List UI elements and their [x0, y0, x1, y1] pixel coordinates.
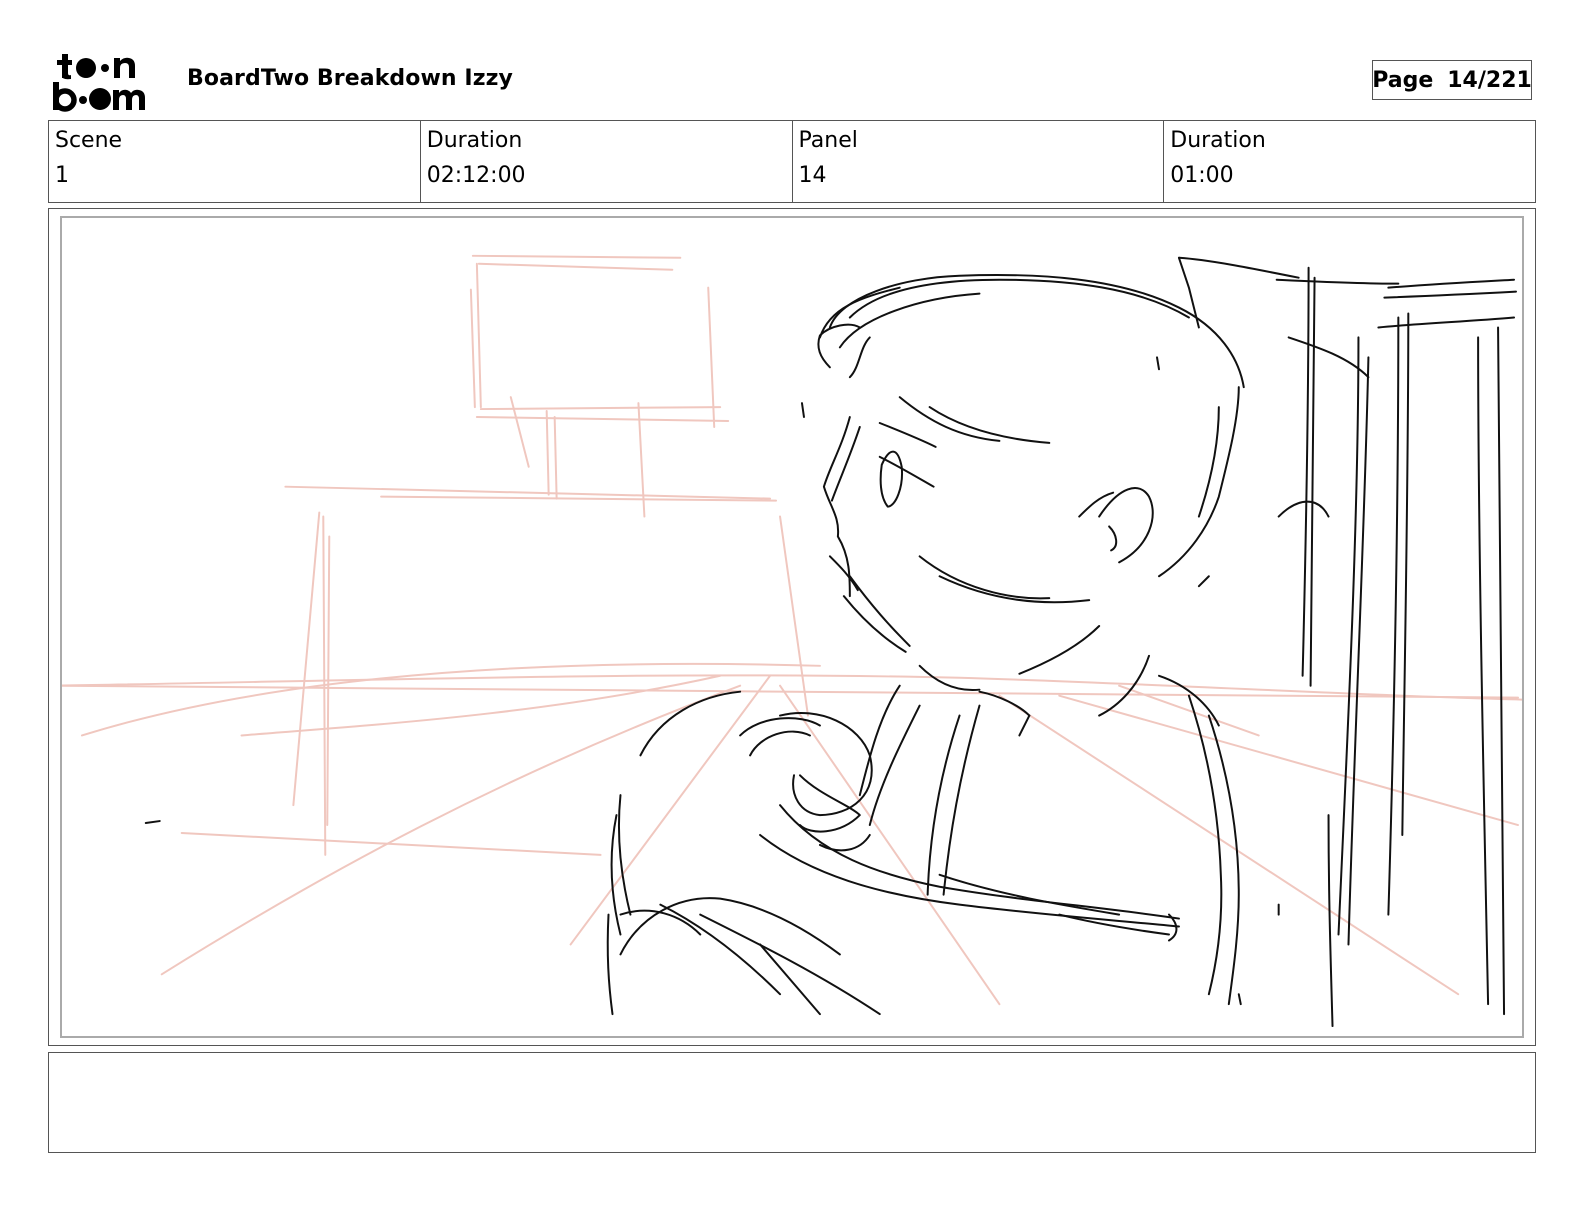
panel-value: 14 [798, 163, 827, 188]
page-number: 14/221 [1447, 67, 1532, 93]
toonboom-logo-mark [53, 54, 145, 112]
scene-value: 1 [55, 163, 69, 188]
page-label: Page [1372, 67, 1434, 93]
panel-cell: Panel 14 [793, 121, 1165, 202]
panel-label: Panel [798, 128, 858, 153]
page-indicator: Page 14/221 [1372, 60, 1532, 100]
scene-cell: Scene 1 [49, 121, 421, 202]
panel-duration-value: 01:00 [1170, 163, 1234, 188]
storyboard-panel-image [60, 216, 1524, 1038]
storyboard-sketch [62, 254, 1522, 1028]
scene-duration-label: Duration [426, 128, 523, 153]
panel-duration-cell: Duration 01:00 [1164, 121, 1535, 202]
scene-label: Scene [55, 128, 123, 153]
panel-duration-label: Duration [1170, 128, 1266, 153]
toonboom-logo [50, 50, 165, 112]
panel-notes-box[interactable] [48, 1052, 1536, 1153]
document-title: BoardTwo Breakdown Izzy [187, 66, 513, 91]
scene-info-table: Scene 1 Duration 02:12:00 Panel 14 Durat… [48, 120, 1536, 203]
character-sketch [144, 256, 1518, 1028]
scene-duration-cell: Duration 02:12:00 [421, 121, 793, 202]
scene-duration-value: 02:12:00 [426, 163, 526, 188]
